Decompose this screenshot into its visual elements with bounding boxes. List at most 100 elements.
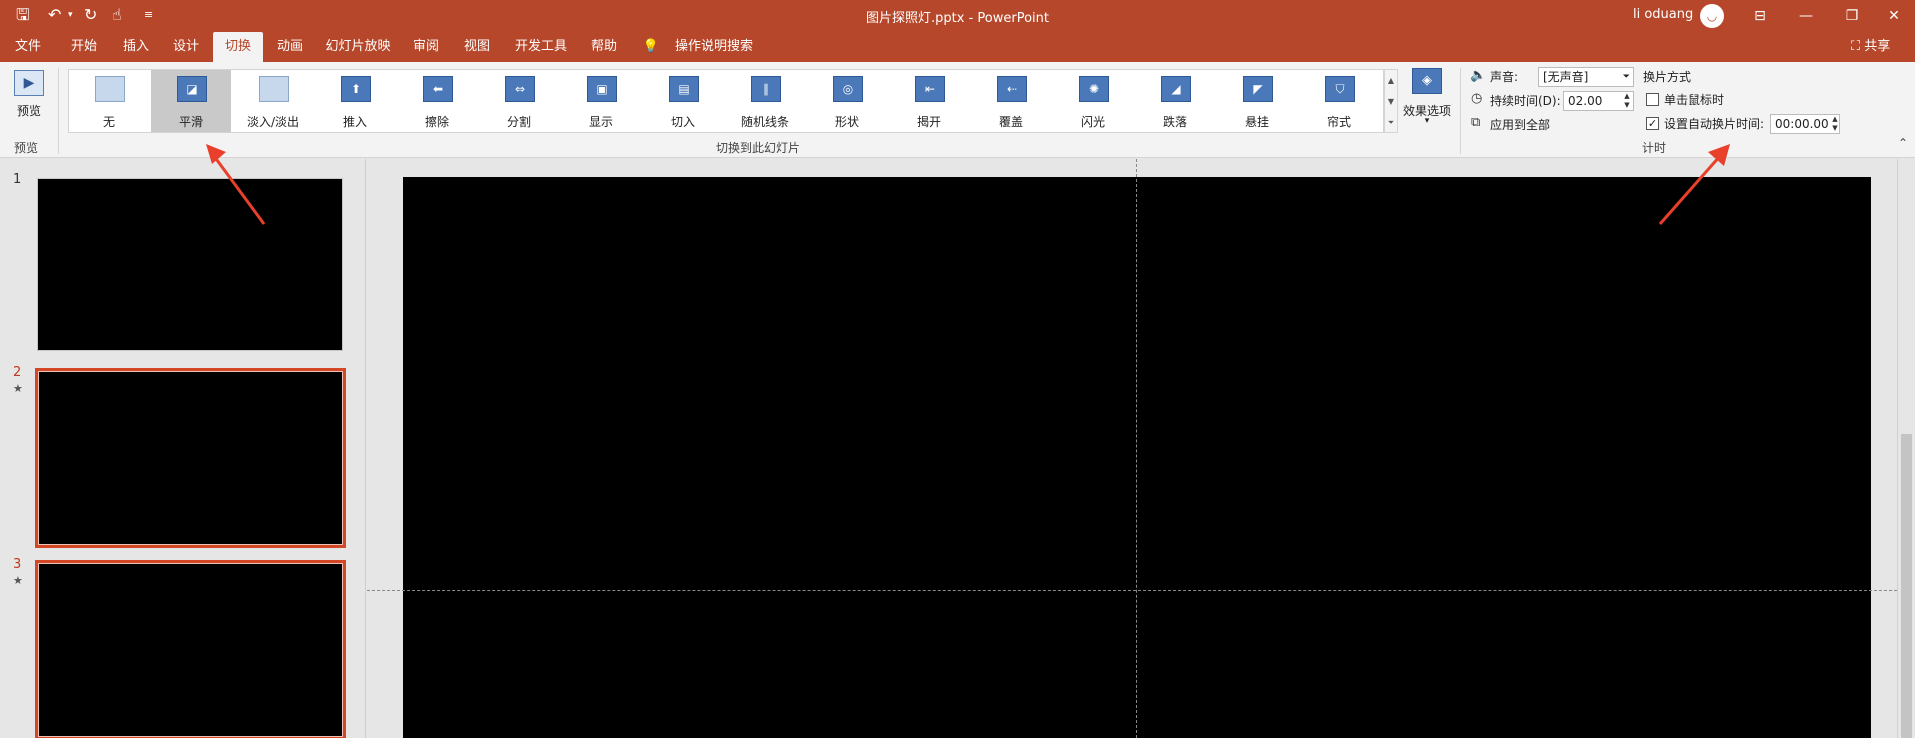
lightbulb-icon[interactable]: 💡	[640, 32, 662, 62]
avatar[interactable]: ◡	[1700, 4, 1724, 28]
transition-label: 帘式	[1326, 115, 1351, 129]
minimize-button[interactable]: —	[1786, 4, 1826, 28]
transition-fade-icon	[259, 76, 289, 102]
preview-button[interactable]: ▶ 预览	[10, 68, 48, 126]
transition-star-icon: ★	[13, 382, 23, 395]
transition-shape-icon: ◎	[833, 76, 863, 102]
share-button[interactable]: ⛶ 共享	[1851, 32, 1890, 62]
transition-cut-icon: ▤	[669, 76, 699, 102]
transition-label: 揭开	[916, 115, 941, 129]
transition-label: 分割	[506, 115, 531, 129]
transition-label: 覆盖	[998, 115, 1023, 129]
transition-fade[interactable]: 淡入/淡出	[233, 70, 313, 132]
tab-insert[interactable]: 插入	[116, 32, 156, 62]
transition-cover[interactable]: ⇠ 覆盖	[971, 70, 1051, 132]
gallery-scrollbar: ▲ ▼ ⏷	[1384, 69, 1398, 133]
transition-uncover[interactable]: ⇤ 揭开	[889, 70, 969, 132]
spin-up-icon[interactable]: ▲	[1830, 115, 1840, 124]
window-title: 图片探照灯.pptx - PowerPoint	[866, 11, 1049, 26]
tab-review[interactable]: 审阅	[404, 32, 448, 62]
effect-options-icon: ◈	[1412, 68, 1442, 94]
on-click-checkbox[interactable]	[1646, 93, 1659, 106]
transition-label: 显示	[588, 115, 613, 129]
slide-thumbnail-3[interactable]	[35, 560, 346, 738]
transition-flash-icon: ✺	[1079, 76, 1109, 102]
transition-curtains-icon: ⛉	[1325, 76, 1355, 102]
transition-label: 平滑	[178, 115, 203, 129]
apply-to-all-button[interactable]: 应用到全部	[1490, 117, 1550, 133]
collapse-ribbon-icon[interactable]: ⌃	[1898, 136, 1908, 150]
transition-fall-over[interactable]: ◢ 跌落	[1135, 70, 1215, 132]
transition-fall-over-icon: ◢	[1161, 76, 1191, 102]
clock-icon: ◷	[1471, 91, 1483, 106]
transition-reveal[interactable]: ▣ 显示	[561, 70, 641, 132]
transition-uncover-icon: ⇤	[915, 76, 945, 102]
transition-wipe[interactable]: ⬅ 擦除	[397, 70, 477, 132]
transition-push[interactable]: ⬆ 推入	[315, 70, 395, 132]
after-time-checkbox[interactable]: ✓	[1646, 117, 1659, 130]
slide-thumbnail-1[interactable]	[37, 178, 343, 351]
transition-split[interactable]: ⇔ 分割	[479, 70, 559, 132]
spin-up-icon[interactable]: ▲	[1622, 92, 1632, 101]
transition-none[interactable]: 无	[69, 70, 149, 132]
gallery-more-icon[interactable]: ⏷	[1385, 112, 1397, 133]
transition-group-label: 切换到此幻灯片	[716, 141, 801, 155]
slide-number: 3	[13, 557, 22, 572]
group-divider	[1460, 68, 1461, 154]
transition-reveal-icon: ▣	[587, 76, 617, 102]
transition-label: 推入	[342, 115, 367, 129]
transition-curtains[interactable]: ⛉ 帘式	[1299, 70, 1379, 132]
ribbon: ▶ 预览 预览 无 ◪ 平滑 淡入/淡出 ⬆ 推入 ⬅ 擦除 ⇔ 分割 ▣ 显示 ▤ 切入 …	[0, 62, 1915, 158]
after-time-spinner[interactable]: ▲ ▼	[1830, 115, 1840, 133]
sound-value: [无声音]	[1543, 70, 1589, 84]
speaker-icon: 🔈	[1470, 68, 1487, 83]
user-name[interactable]: li oduang	[1633, 7, 1693, 22]
tab-view[interactable]: 视图	[455, 32, 499, 62]
close-button[interactable]: ✕	[1874, 4, 1914, 28]
scrollbar-thumb[interactable]	[1901, 434, 1912, 738]
vertical-guide[interactable]	[1136, 159, 1137, 738]
transition-shape[interactable]: ◎ 形状	[807, 70, 887, 132]
transition-flash[interactable]: ✺ 闪光	[1053, 70, 1133, 132]
transition-label: 形状	[834, 115, 859, 129]
transition-split-icon: ⇔	[505, 76, 535, 102]
transition-none-icon	[95, 76, 125, 102]
tab-design[interactable]: 设计	[166, 32, 206, 62]
slide-canvas[interactable]	[403, 177, 1871, 738]
transition-label: 擦除	[424, 115, 449, 129]
slide-number: 1	[13, 172, 22, 187]
transition-drape[interactable]: ◤ 悬挂	[1217, 70, 1297, 132]
tab-slideshow[interactable]: 幻灯片放映	[320, 32, 396, 62]
tab-file[interactable]: 文件	[8, 32, 48, 62]
group-divider	[58, 68, 59, 154]
gallery-scroll-up-icon[interactable]: ▲	[1385, 70, 1397, 91]
after-time-value: 00:00.00	[1775, 117, 1829, 131]
transition-random-bars[interactable]: ∥ 随机线条	[725, 70, 805, 132]
duration-spinner[interactable]: ▲ ▼	[1622, 92, 1632, 110]
sound-select[interactable]: [无声音] ⏷	[1538, 67, 1634, 87]
spin-down-icon[interactable]: ▼	[1622, 101, 1632, 110]
tab-developer[interactable]: 开发工具	[508, 32, 574, 62]
transition-morph[interactable]: ◪ 平滑	[151, 70, 231, 132]
gallery-scroll-down-icon[interactable]: ▼	[1385, 91, 1397, 112]
vertical-scrollbar[interactable]	[1897, 159, 1915, 738]
horizontal-guide[interactable]	[367, 590, 1897, 591]
ribbon-tabs: 文件 开始 插入 设计 切换 动画 幻灯片放映 审阅 视图 开发工具 帮助 💡 …	[0, 32, 1915, 62]
transition-wipe-icon: ⬅	[423, 76, 453, 102]
tab-transitions[interactable]: 切换	[213, 32, 263, 62]
tell-me-search[interactable]: 操作说明搜索	[664, 32, 764, 62]
spin-down-icon[interactable]: ▼	[1830, 124, 1840, 133]
tab-animations[interactable]: 动画	[268, 32, 312, 62]
transition-drape-icon: ◤	[1243, 76, 1273, 102]
effect-options-button[interactable]: ◈ 效果选项 ▾	[1400, 66, 1454, 132]
restore-button[interactable]: ❐	[1832, 4, 1872, 28]
slide-thumbnail-2[interactable]	[35, 368, 346, 548]
transition-label: 跌落	[1162, 115, 1187, 129]
tab-home[interactable]: 开始	[64, 32, 104, 62]
transition-cut[interactable]: ▤ 切入	[643, 70, 723, 132]
transition-label: 随机线条	[740, 115, 789, 129]
transition-label: 闪光	[1080, 115, 1105, 129]
ribbon-display-icon[interactable]: ⊟	[1740, 4, 1780, 28]
tab-help[interactable]: 帮助	[582, 32, 626, 62]
after-time-label: 设置自动换片时间:	[1664, 117, 1765, 131]
